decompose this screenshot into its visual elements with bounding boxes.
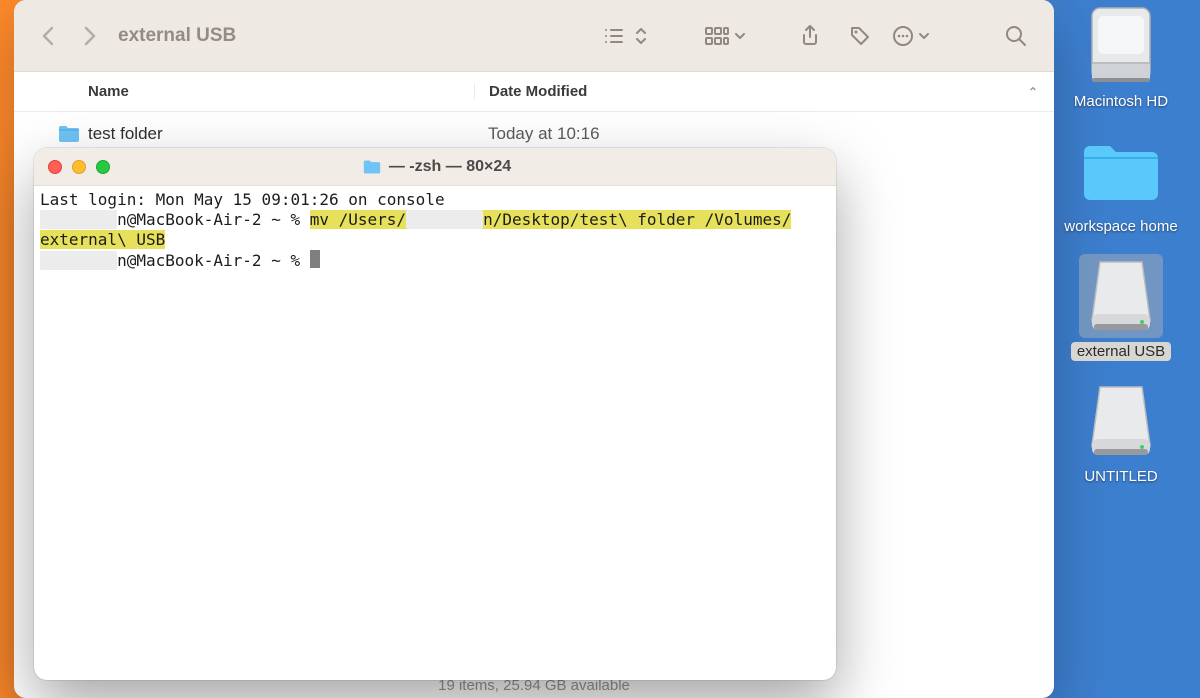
sort-caret-icon: ⌃ bbox=[1028, 85, 1038, 99]
desktop-item-label: workspace home bbox=[1058, 217, 1183, 236]
close-button[interactable] bbox=[48, 160, 62, 174]
hdd-icon bbox=[1086, 6, 1156, 86]
file-date: Today at 10:16 bbox=[474, 124, 1054, 144]
actions-button[interactable] bbox=[892, 25, 930, 47]
terminal-line: n@MacBook-Air-2 ~ % mv /Users/ n/Desktop… bbox=[40, 210, 791, 229]
chevrons-updown-icon bbox=[634, 26, 648, 46]
minimize-button[interactable] bbox=[72, 160, 86, 174]
folder-icon bbox=[58, 125, 80, 143]
cursor bbox=[310, 250, 320, 268]
desktop-item-label: external USB bbox=[1071, 342, 1171, 361]
back-button[interactable] bbox=[34, 22, 62, 50]
desktop-item-label: Macintosh HD bbox=[1068, 92, 1174, 111]
terminal-line: Last login: Mon May 15 09:01:26 on conso… bbox=[40, 190, 445, 209]
terminal-title: — -zsh — 80×24 bbox=[120, 158, 754, 176]
chevron-down-icon bbox=[918, 30, 930, 42]
column-header-date[interactable]: Date Modified ⌃ bbox=[474, 83, 1054, 100]
terminal-titlebar[interactable]: — -zsh — 80×24 bbox=[34, 148, 836, 186]
folder-icon bbox=[1080, 138, 1162, 204]
maximize-button[interactable] bbox=[96, 160, 110, 174]
desktop-item-untitled[interactable]: UNTITLED bbox=[1078, 379, 1163, 486]
folder-icon bbox=[363, 159, 381, 175]
desktop-item-workspace-home[interactable]: workspace home bbox=[1058, 129, 1183, 236]
chevron-down-icon bbox=[734, 30, 746, 42]
search-button[interactable] bbox=[998, 21, 1034, 51]
tags-button[interactable] bbox=[842, 21, 878, 51]
desktop-item-external-usb[interactable]: external USB bbox=[1071, 254, 1171, 361]
finder-toolbar: external USB bbox=[14, 0, 1054, 72]
column-header-name[interactable]: Name bbox=[14, 83, 474, 100]
forward-button[interactable] bbox=[76, 22, 104, 50]
external-drive-icon bbox=[1086, 256, 1156, 336]
finder-column-headers: Name Date Modified ⌃ bbox=[14, 72, 1054, 112]
share-button[interactable] bbox=[792, 21, 828, 51]
terminal-window: — -zsh — 80×24 Last login: Mon May 15 09… bbox=[34, 148, 836, 680]
file-name: test folder bbox=[88, 124, 163, 144]
desktop-item-macintosh-hd[interactable]: Macintosh HD bbox=[1068, 4, 1174, 111]
desktop-icons: Macintosh HD workspace home external USB bbox=[1046, 4, 1196, 486]
view-list-group[interactable] bbox=[604, 26, 648, 46]
desktop-item-label: UNTITLED bbox=[1078, 467, 1163, 486]
terminal-line: external\ USB bbox=[40, 230, 165, 249]
view-grid-group[interactable] bbox=[704, 26, 746, 46]
terminal-body[interactable]: Last login: Mon May 15 09:01:26 on conso… bbox=[34, 186, 836, 680]
terminal-line: n@MacBook-Air-2 ~ % bbox=[40, 251, 320, 270]
finder-title: external USB bbox=[118, 25, 236, 47]
external-drive-icon bbox=[1086, 381, 1156, 461]
